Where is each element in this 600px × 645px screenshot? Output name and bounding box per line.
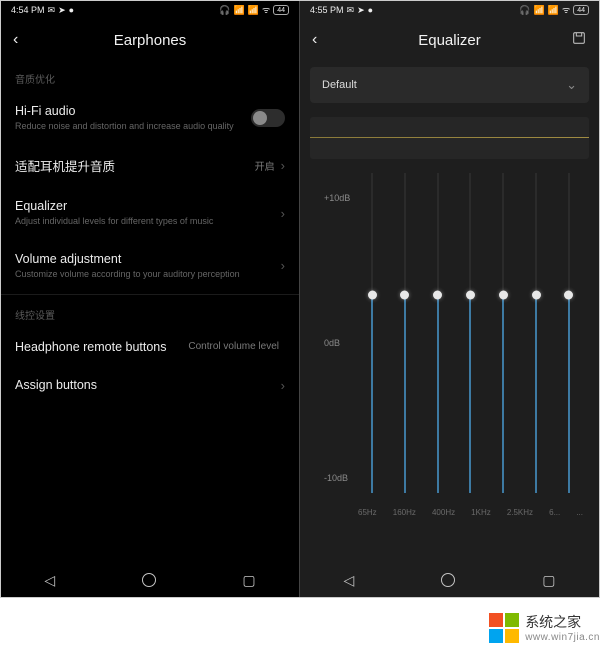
headphone-icon: 🎧 xyxy=(519,6,530,15)
nav-bar: ◁ ▢ xyxy=(300,563,599,597)
microsoft-logo-icon xyxy=(489,613,519,643)
preset-selector[interactable]: Default ⌄ xyxy=(310,67,589,103)
eq-band-5[interactable] xyxy=(489,173,517,493)
status-bar: 4:55 PM ✉ ➤ ● 🎧 📶 📶 ᯤ 44 xyxy=(300,1,599,19)
volume-adjust-row[interactable]: Volume adjustment Customize volume accor… xyxy=(1,240,299,292)
eq-band-1[interactable] xyxy=(358,173,386,493)
back-button[interactable]: ‹ xyxy=(312,31,317,49)
nav-home-icon[interactable] xyxy=(441,573,455,587)
adapt-value: 开启 xyxy=(255,158,275,173)
freq-labels: 65Hz160Hz400Hz1KHz2.5KHz6...... xyxy=(358,508,583,517)
send-icon: ➤ xyxy=(357,6,365,15)
chevron-right-icon: › xyxy=(281,378,285,393)
vol-title: Volume adjustment xyxy=(15,252,281,266)
status-bar: 4:54 PM ✉ ➤ ● 🎧 📶 📶 ᯤ 44 xyxy=(1,1,299,19)
eq-band-7[interactable] xyxy=(555,173,583,493)
chevron-right-icon: › xyxy=(281,258,285,273)
chevron-down-icon: ⌄ xyxy=(566,77,577,93)
adapt-headphone-row[interactable]: 适配耳机提升音质 开启 › xyxy=(1,144,299,187)
eq-slider-area: +10dB 0dB -10dB 65Hz160Hz400Hz1KHz2.5KHz… xyxy=(310,173,589,523)
nav-recent-icon[interactable]: ▢ xyxy=(542,572,555,589)
nav-back-icon[interactable]: ◁ xyxy=(343,572,354,589)
signal2-icon: 📶 xyxy=(548,6,559,15)
wifi-icon: ᯤ xyxy=(262,6,270,15)
page-title: Equalizer xyxy=(418,32,481,49)
axis-bot: -10dB xyxy=(324,473,348,483)
msg-icon: ✉ xyxy=(347,6,355,15)
clock: 4:55 PM xyxy=(310,5,344,15)
divider xyxy=(1,294,299,295)
adapt-title: 适配耳机提升音质 xyxy=(15,156,255,175)
signal-icon: 📶 xyxy=(534,6,545,15)
eq-band-6[interactable] xyxy=(522,173,550,493)
equalizer-row[interactable]: Equalizer Adjust individual levels for d… xyxy=(1,187,299,239)
wifi-icon: ᯤ xyxy=(562,6,570,15)
remote-title: Headphone remote buttons xyxy=(15,340,188,354)
back-button[interactable]: ‹ xyxy=(13,31,18,49)
chevron-right-icon: › xyxy=(281,158,285,173)
save-icon[interactable] xyxy=(571,30,587,51)
remote-value: Control volume level xyxy=(188,341,279,352)
msg-icon: ✉ xyxy=(48,6,56,15)
page-header: ‹ Equalizer xyxy=(300,19,599,61)
eq-sub: Adjust individual levels for different t… xyxy=(15,216,281,227)
dot-icon: ● xyxy=(69,6,74,15)
watermark-brand: 系统之家 xyxy=(525,612,600,632)
preset-label: Default xyxy=(322,79,566,91)
vol-sub: Customize volume according to your audit… xyxy=(15,269,281,280)
clock: 4:54 PM xyxy=(11,5,45,15)
eq-band-2[interactable] xyxy=(391,173,419,493)
nav-recent-icon[interactable]: ▢ xyxy=(242,572,255,589)
battery-icon: 44 xyxy=(573,5,589,15)
signal-icon: 📶 xyxy=(234,6,245,15)
hifi-audio-row[interactable]: Hi-Fi audio Reduce noise and distortion … xyxy=(1,92,299,144)
dot-icon: ● xyxy=(368,6,373,15)
remote-buttons-row[interactable]: Headphone remote buttons Control volume … xyxy=(1,328,299,366)
hifi-toggle[interactable] xyxy=(251,109,285,127)
eq-title: Equalizer xyxy=(15,199,281,213)
watermark: 系统之家 www.win7jia.cn xyxy=(489,612,600,643)
nav-home-icon[interactable] xyxy=(142,573,156,587)
headphone-icon: 🎧 xyxy=(219,6,230,15)
battery-icon: 44 xyxy=(273,5,289,15)
eq-band-3[interactable] xyxy=(424,173,452,493)
section-audio-quality: 音质优化 xyxy=(1,61,299,92)
axis-top: +10dB xyxy=(324,193,350,203)
page-title: Earphones xyxy=(114,32,187,49)
axis-mid: 0dB xyxy=(324,338,340,348)
page-header: ‹ Earphones xyxy=(1,19,299,61)
assign-buttons-row[interactable]: Assign buttons › xyxy=(1,366,299,405)
eq-band-4[interactable] xyxy=(456,173,484,493)
eq-response-preview xyxy=(310,117,589,159)
section-wired-control: 线控设置 xyxy=(1,297,299,328)
chevron-right-icon: › xyxy=(281,206,285,221)
nav-back-icon[interactable]: ◁ xyxy=(44,572,55,589)
hifi-title: Hi-Fi audio xyxy=(15,104,251,118)
signal2-icon: 📶 xyxy=(248,6,259,15)
nav-bar: ◁ ▢ xyxy=(1,563,299,597)
assign-title: Assign buttons xyxy=(15,378,281,392)
watermark-url: www.win7jia.cn xyxy=(525,632,600,643)
send-icon: ➤ xyxy=(58,6,66,15)
hifi-sub: Reduce noise and distortion and increase… xyxy=(15,121,251,132)
